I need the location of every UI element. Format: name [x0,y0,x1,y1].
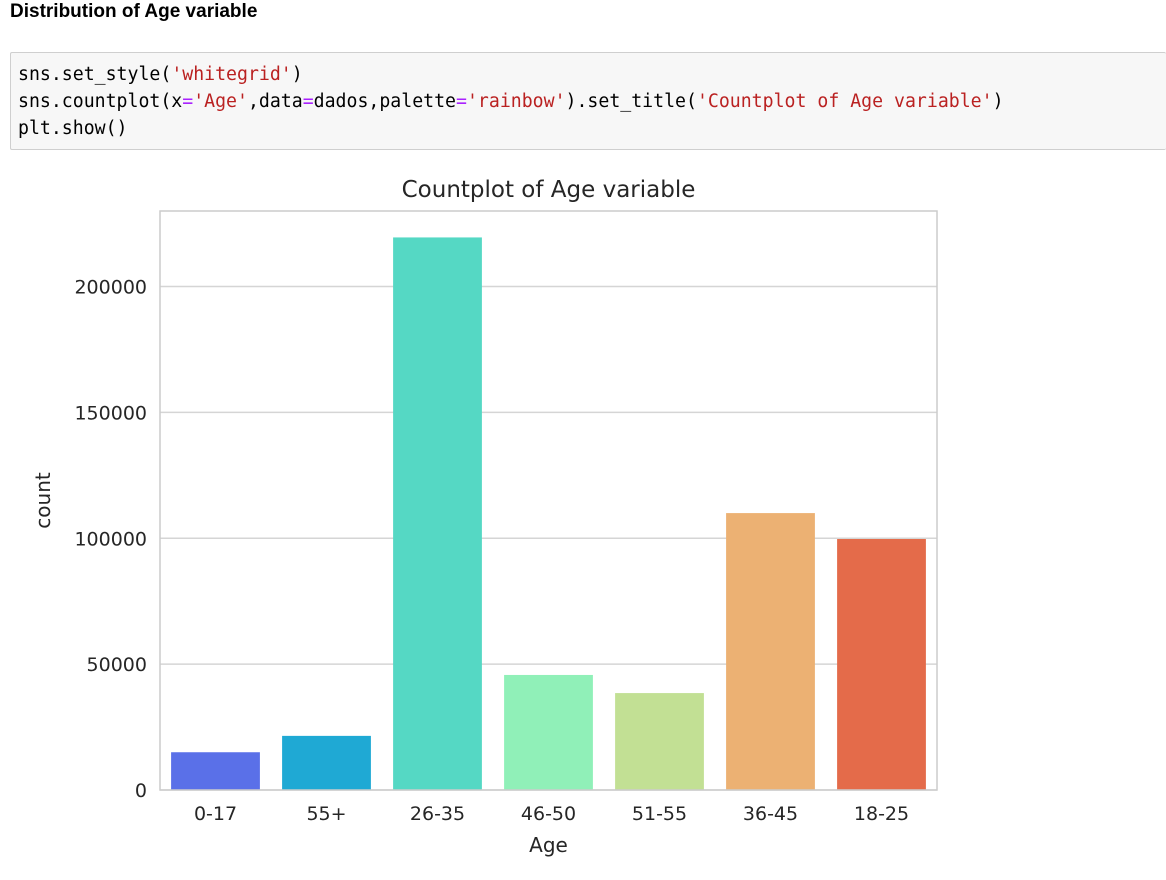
x-tick-label: 51-55 [632,803,687,825]
bar-51-55 [615,693,704,790]
y-axis-label: count [31,472,55,529]
x-tick-label: 55+ [306,803,346,825]
bar-0-17 [171,752,260,790]
countplot-chart: Countplot of Age variable Age count 0 500… [31,177,938,857]
bar-46-50 [504,674,593,790]
y-tick-label: 0 [135,780,147,802]
bar-26-35 [393,237,482,790]
x-tick-label: 18-25 [854,803,909,825]
y-tick-label: 50000 [87,654,147,676]
y-tick-label: 100000 [74,528,147,550]
x-tick-label: 26-35 [410,803,465,825]
bar-36-45 [726,513,815,790]
chart-title: Countplot of Age variable [402,177,696,203]
x-tick-label: 46-50 [521,803,576,825]
bar-18-25 [837,539,926,790]
x-tick-label: 0-17 [194,803,237,825]
x-axis-label: Age [529,833,568,857]
y-tick-label: 200000 [74,277,147,299]
bar-55+ [282,735,371,790]
x-tick-label: 36-45 [743,803,798,825]
y-tick-label: 150000 [74,402,147,424]
bars [171,237,926,790]
